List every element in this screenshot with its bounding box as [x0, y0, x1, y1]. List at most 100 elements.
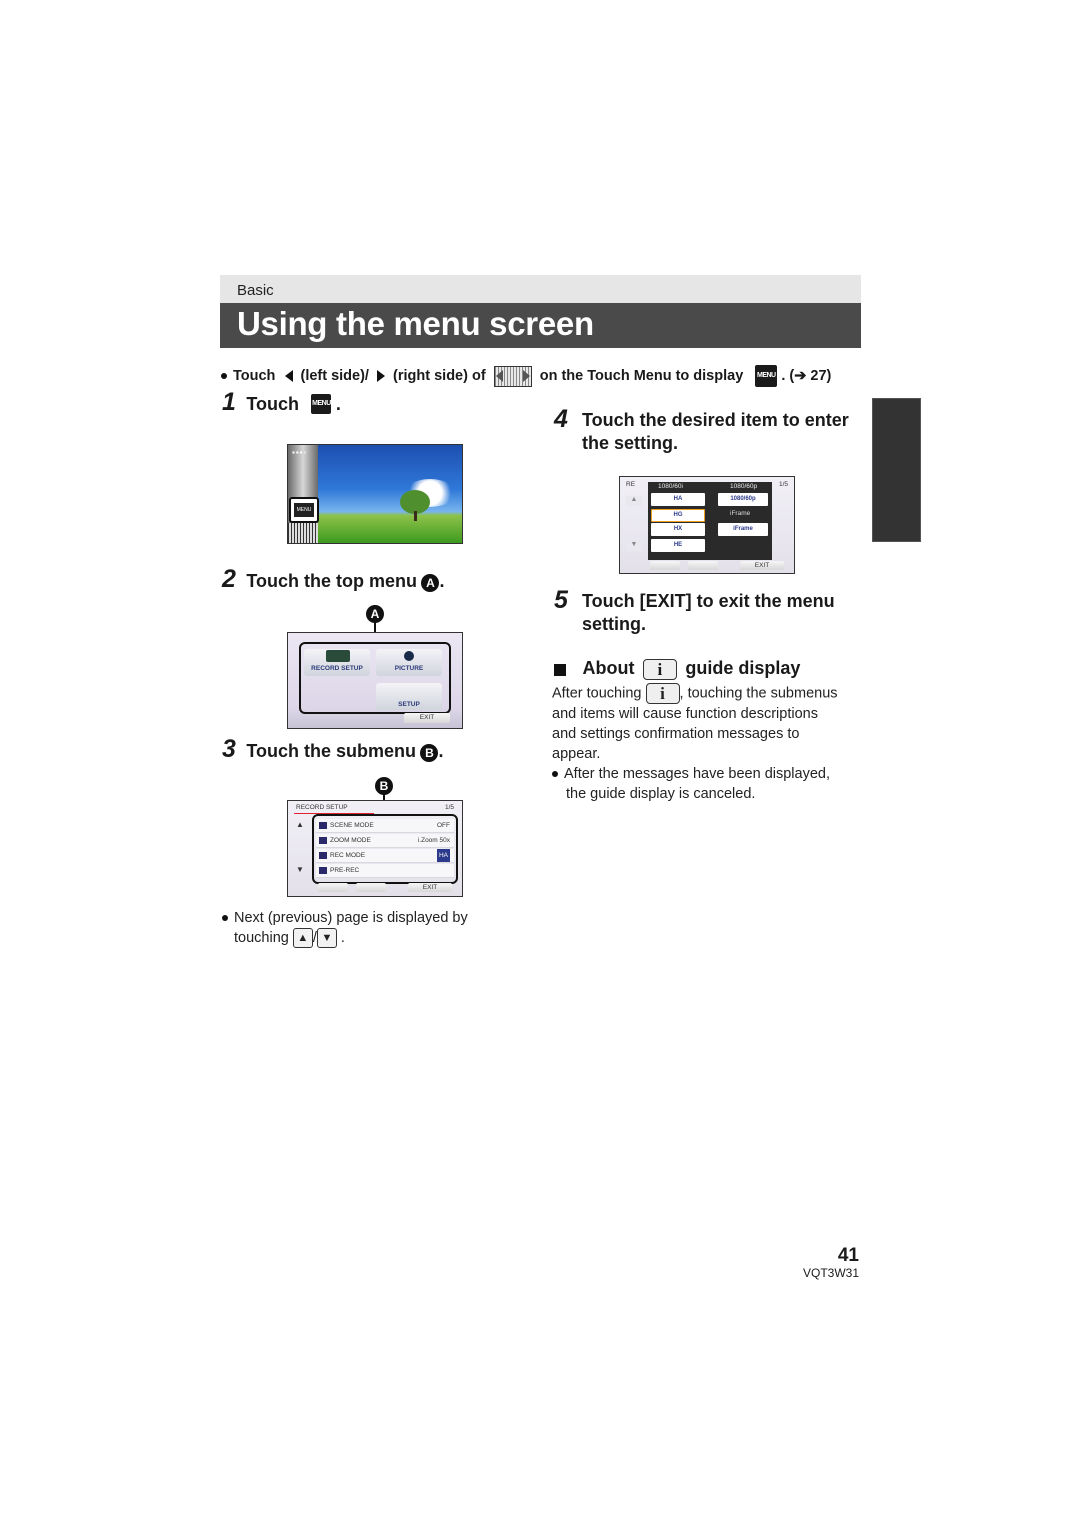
- para-text: , touching the submenus: [679, 685, 838, 702]
- step-suffix: .: [335, 394, 341, 414]
- note-right-side: (right side) of: [393, 368, 486, 384]
- setting-overlay: 1080/60i 1080/60p HA HG HX HE 1080/60p i…: [648, 482, 772, 560]
- tree-trunk: [414, 511, 417, 521]
- right-triangle-icon: [377, 370, 385, 382]
- option-ha[interactable]: HA: [651, 493, 705, 506]
- bullet-text: the guide display is canceled.: [566, 786, 756, 802]
- info-button[interactable]: [356, 883, 386, 892]
- step-2: 2 Touch the top menu A.: [222, 565, 444, 594]
- step-number: 3: [222, 735, 236, 763]
- guide-body: After touching i, touching the submenus …: [552, 683, 872, 804]
- step-suffix: .: [438, 741, 444, 761]
- option-he[interactable]: HE: [651, 539, 705, 552]
- menu-button[interactable]: MENU: [289, 497, 319, 523]
- page-number: 41: [837, 1245, 859, 1266]
- step-text: Touch the top menu: [246, 571, 418, 591]
- bullet-icon: [221, 373, 227, 379]
- touch-menu-strip-icon: [493, 365, 532, 387]
- step-number: 4: [554, 405, 568, 433]
- option-1080-60p[interactable]: 1080/60p: [718, 493, 768, 506]
- para-text: and settings confirmation messages to: [552, 726, 800, 742]
- note-left-side: (left side)/: [300, 368, 369, 384]
- menu-icon: MENU: [294, 503, 314, 517]
- option-hg[interactable]: HG: [651, 509, 705, 522]
- selection-frame: [312, 814, 458, 884]
- heading-text: About: [582, 658, 635, 678]
- step-number: 5: [554, 586, 568, 614]
- para-text: appear.: [552, 746, 601, 762]
- left-triangle-icon: [285, 370, 294, 382]
- submenu-header: RECORD SETUP: [296, 804, 348, 811]
- menu-icon: MENU: [311, 393, 332, 414]
- scroll-down-button[interactable]: ▼: [296, 865, 304, 874]
- note-ref: . (➔ 27): [781, 368, 832, 384]
- screenshot-live-view: ▪▪▪▫ MENU: [287, 444, 463, 544]
- step-text: Touch [EXIT] to exit the menu: [582, 591, 835, 611]
- callout-b: B: [375, 777, 393, 795]
- step-text: the setting.: [582, 433, 679, 453]
- step-1: 1 Touch MENU .: [222, 388, 341, 417]
- page-indicator: 1/5: [444, 804, 454, 811]
- menu-icon: MENU: [755, 365, 778, 387]
- note-text: touching: [234, 930, 289, 946]
- step-text: setting.: [582, 614, 647, 634]
- exit-button[interactable]: EXIT: [404, 713, 450, 723]
- step-4: 4 Touch the desired item to enter the se…: [554, 405, 874, 455]
- bullet-icon: [552, 771, 558, 778]
- para-text: and items will cause function descriptio…: [552, 706, 818, 722]
- intro-note: Touch (left side)/ (right side) of on th…: [221, 365, 831, 387]
- model-code: VQT3W31: [802, 1266, 859, 1280]
- exit-button[interactable]: EXIT: [408, 883, 452, 892]
- heading-text: guide display: [685, 658, 801, 678]
- screenshot-setting: RE 1/5 ▲ ▼ 1080/60i 1080/60p HA HG HX HE…: [619, 476, 795, 574]
- option-iframe[interactable]: iFrame: [718, 523, 768, 536]
- marker-b: B: [420, 743, 439, 762]
- page-title: Using the menu screen: [237, 305, 594, 342]
- marker-a: A: [421, 573, 440, 592]
- step-text: Touch the desired item to enter: [582, 410, 849, 430]
- option-hx[interactable]: HX: [651, 523, 705, 536]
- para-text: After touching: [552, 685, 642, 702]
- step-text: Touch the submenu: [246, 741, 417, 761]
- header-partial: RE: [626, 481, 636, 488]
- note-suffix: on the Touch Menu to display: [539, 368, 744, 384]
- info-button[interactable]: [688, 561, 718, 570]
- selection-frame: [299, 642, 451, 714]
- exit-button[interactable]: EXIT: [740, 561, 784, 570]
- step-number: 2: [222, 565, 236, 593]
- chapter-tab: [872, 398, 921, 542]
- period: .: [340, 930, 345, 946]
- page-indicator: 1/5: [778, 481, 788, 488]
- step-number: 1: [222, 388, 236, 416]
- step-3: 3 Touch the submenu B.: [222, 735, 444, 764]
- info-icon: i: [645, 683, 680, 704]
- scroll-up-button[interactable]: ▲: [296, 820, 304, 829]
- note-prefix: Touch: [233, 368, 276, 384]
- note-text: Next (previous) page is displayed by: [234, 910, 468, 926]
- next-page-note: Next (previous) page is displayed by tou…: [222, 908, 468, 949]
- iframe-label: iFrame: [730, 510, 751, 517]
- section-bar: [220, 275, 861, 303]
- back-button[interactable]: [650, 561, 680, 570]
- back-button[interactable]: [318, 883, 348, 892]
- callout-a: A: [366, 605, 384, 623]
- bullet-icon: [222, 915, 228, 922]
- col1-title: 1080/60i: [658, 483, 683, 490]
- screenshot-submenu: RECORD SETUP 1/5 ▲ ▼ SCENE MODE OFF ZOOM …: [287, 800, 463, 897]
- up-arrow-icon: ▲: [292, 928, 313, 949]
- down-arrow-icon: ▼: [316, 928, 337, 949]
- scroll-down-button[interactable]: ▼: [626, 541, 642, 551]
- screenshot-top-menu: RECORD SETUP PICTURE SETUP EXIT: [287, 632, 463, 729]
- bullet-text: After the messages have been displayed,: [564, 766, 830, 782]
- touch-menu-strip-icon[interactable]: [288, 523, 318, 543]
- step-5: 5 Touch [EXIT] to exit the menu setting.: [554, 586, 874, 636]
- section-label: Basic: [237, 282, 274, 299]
- square-bullet-icon: [554, 663, 566, 676]
- page-dots: ▪▪▪▫: [292, 448, 308, 457]
- col2-title: 1080/60p: [730, 483, 758, 490]
- step-suffix: .: [439, 571, 445, 591]
- step-text: Touch: [246, 394, 300, 414]
- scroll-up-button[interactable]: ▲: [626, 496, 642, 506]
- info-icon: i: [642, 659, 677, 681]
- guide-heading: About i guide display: [554, 658, 801, 681]
